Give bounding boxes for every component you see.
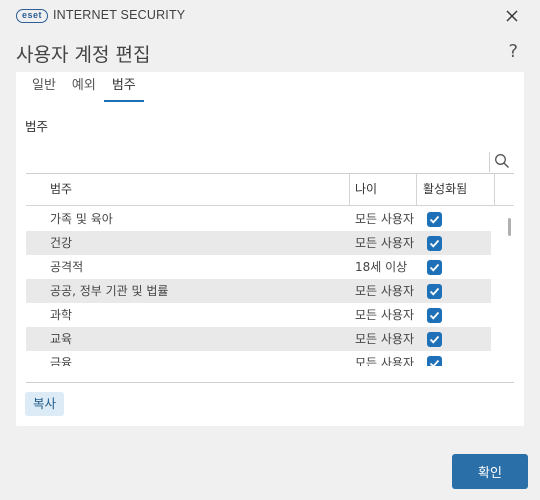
age-cell: 모든 사용자 [355,212,415,226]
checkmark-icon [429,359,440,366]
tab-exceptions[interactable]: 예외 [64,76,104,100]
category-table: 범주 나이 활성화됨 가족 및 육아 모든 사용자 건강 모든 사용자 공격적 … [26,150,514,366]
age-cell: 모든 사용자 [355,332,415,346]
age-cell: 모든 사용자 [355,236,415,250]
close-icon [506,10,518,22]
table-row[interactable]: 건강 모든 사용자 [26,231,491,255]
column-divider[interactable] [416,174,417,206]
search-row [26,150,514,174]
divider [26,382,514,383]
tab-bar: 일반 예외 범주 [24,76,144,102]
table-body: 가족 및 육아 모든 사용자 건강 모든 사용자 공격적 18세 이상 공공, … [26,207,491,366]
category-cell: 건강 [50,236,73,250]
enabled-checkbox[interactable] [427,260,442,275]
header-age[interactable]: 나이 [355,174,377,206]
table-row[interactable]: 가족 및 육아 모든 사용자 [26,207,491,231]
search-divider [489,152,490,172]
enabled-checkbox[interactable] [427,236,442,251]
header-enabled[interactable]: 활성화됨 [423,174,467,206]
header-category[interactable]: 범주 [50,174,72,206]
search-input[interactable] [26,150,488,173]
checkmark-icon [429,335,440,344]
age-cell: 모든 사용자 [355,284,415,298]
enabled-checkbox[interactable] [427,332,442,347]
column-divider[interactable] [349,174,350,206]
category-cell: 과학 [50,308,73,322]
enabled-checkbox[interactable] [427,284,442,299]
close-button[interactable] [504,8,520,24]
section-label: 범주 [25,119,49,134]
table-row[interactable]: 공공, 정부 기관 및 법률 모든 사용자 [26,279,491,303]
search-button[interactable] [494,153,510,169]
copy-button[interactable]: 복사 [25,392,65,416]
enabled-checkbox[interactable] [427,308,442,323]
category-cell: 공격적 [50,260,84,274]
table-row[interactable]: 공격적 18세 이상 [26,255,491,279]
checkmark-icon [429,263,440,272]
checkmark-icon [429,215,440,224]
help-button[interactable]: ? [508,41,518,62]
page-title: 사용자 계정 편집 [16,44,151,66]
ok-button[interactable]: 확인 [452,454,528,489]
age-cell: 18세 이상 [355,260,408,274]
enabled-checkbox[interactable] [427,212,442,227]
enabled-checkbox[interactable] [427,356,442,366]
table-row[interactable]: 금융 모든 사용자 [26,351,491,366]
category-cell: 금융 [50,356,73,366]
age-cell: 모든 사용자 [355,308,415,322]
eset-logo: eset [16,9,48,23]
column-divider[interactable] [494,174,495,206]
checkmark-icon [429,239,440,248]
tab-categories[interactable]: 범주 [103,76,144,102]
table-row[interactable]: 과학 모든 사용자 [26,303,491,327]
scroll-thumb[interactable] [508,218,511,236]
title-bar: eset INTERNET SECURITY [0,0,540,34]
settings-panel: 일반 예외 범주 범주 범주 나이 활성화됨 가족 및 육아 모든 사용자 건강… [16,72,524,426]
category-cell: 교육 [50,332,73,346]
checkmark-icon [429,287,440,296]
table-row[interactable]: 교육 모든 사용자 [26,327,491,351]
category-cell: 가족 및 육아 [50,212,113,226]
app-title: INTERNET SECURITY [53,8,186,22]
vertical-scrollbar[interactable] [506,206,514,366]
checkmark-icon [429,311,440,320]
tab-general[interactable]: 일반 [24,76,64,100]
category-cell: 공공, 정부 기관 및 법률 [50,284,169,298]
table-header: 범주 나이 활성화됨 [26,174,514,206]
search-icon [495,154,509,168]
age-cell: 모든 사용자 [355,356,415,366]
